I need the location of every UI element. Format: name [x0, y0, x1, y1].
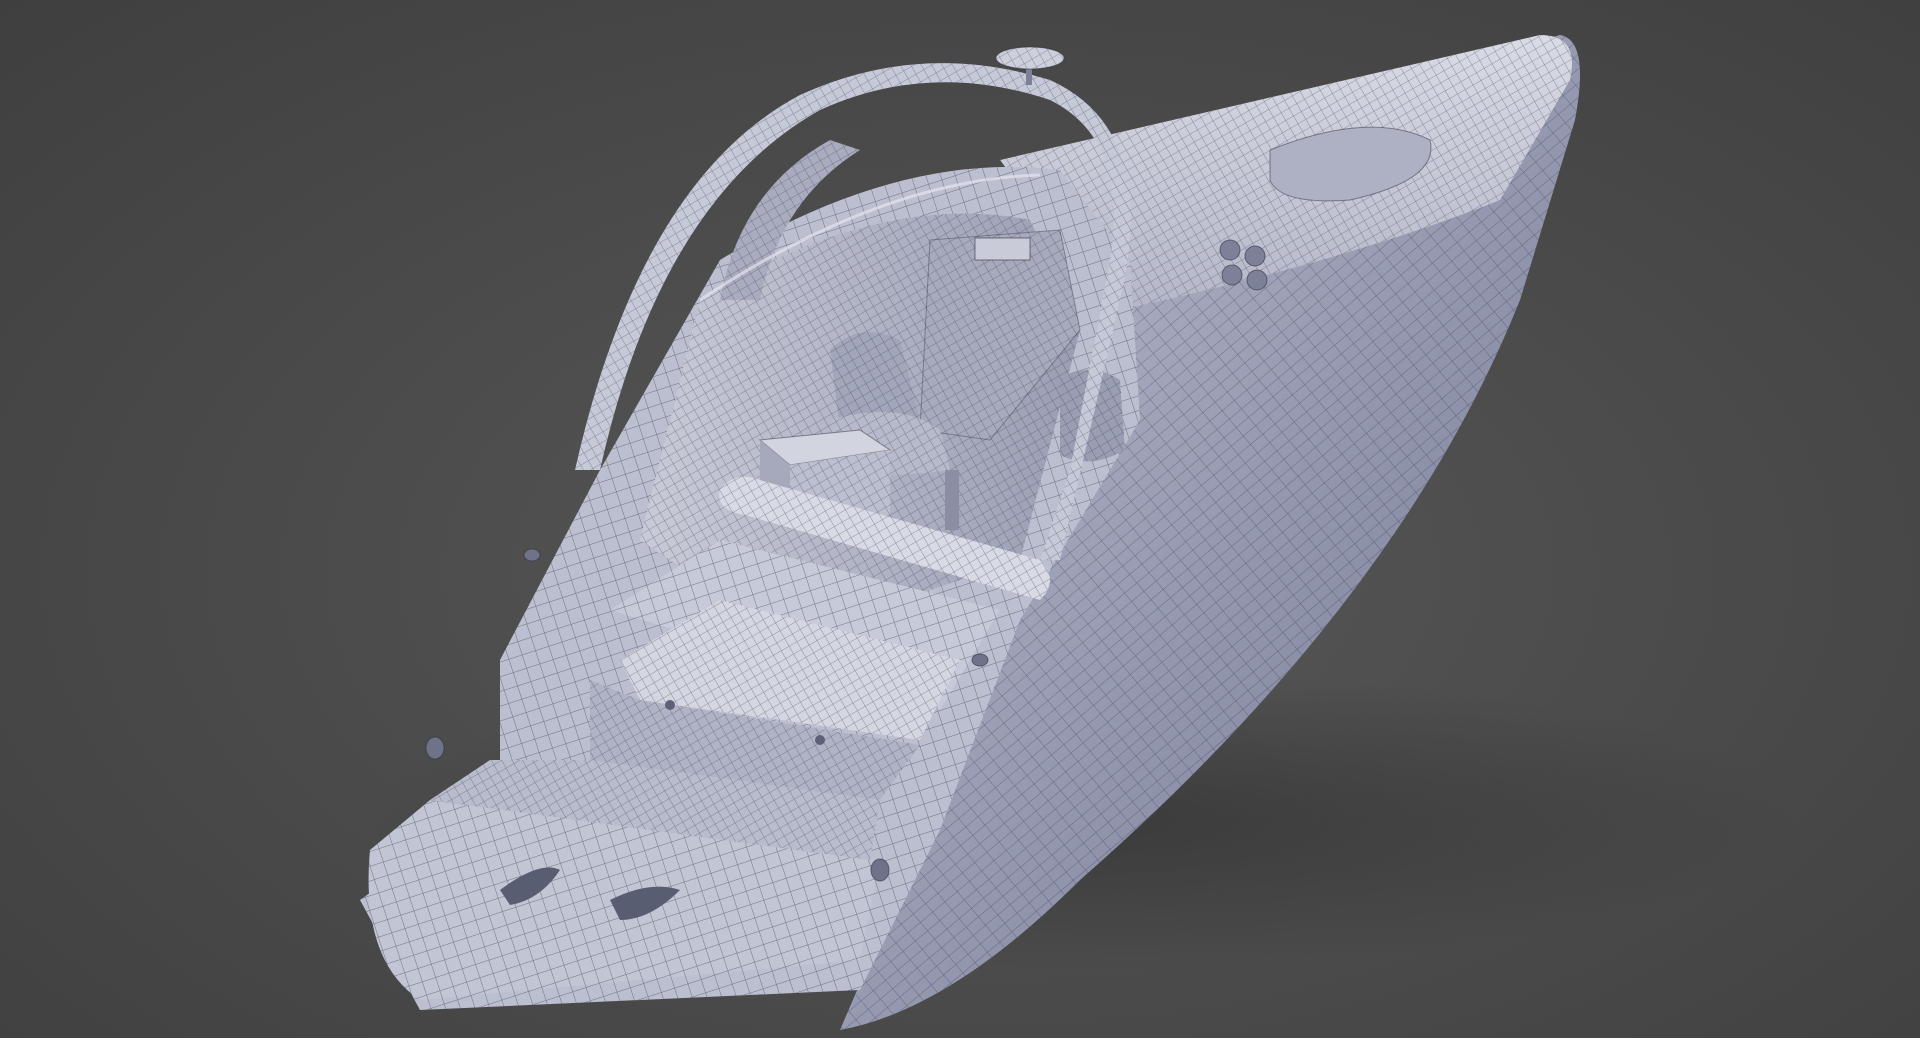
swim-platform — [368, 760, 880, 1000]
bench-button — [665, 700, 675, 710]
boat-wireframe-render — [360, 35, 1800, 1030]
dashboard-screen — [974, 237, 1031, 261]
seat-pedestal — [945, 470, 959, 530]
bench-button — [815, 735, 825, 745]
render-viewport — [0, 0, 1920, 1038]
